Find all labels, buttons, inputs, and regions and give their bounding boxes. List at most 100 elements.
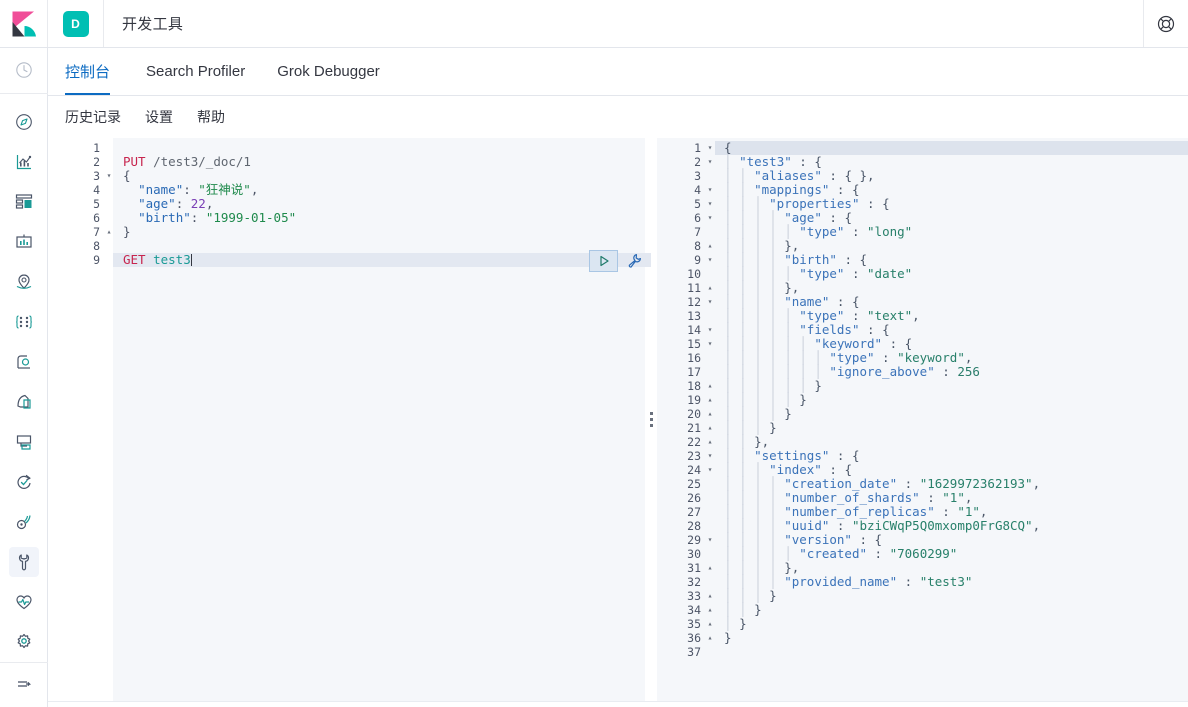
editor-line-code: "name": "狂神说", [138, 182, 259, 197]
indent-guide: │ │ │ [724, 462, 770, 477]
response-fold-toggle[interactable]: ▴ [705, 617, 715, 631]
response-line: 26 │ │ │ │ "number_of_shards" : "1", [657, 490, 1188, 506]
response-fold-toggle[interactable]: ▴ [705, 603, 715, 617]
sidebar-item-discover[interactable] [0, 102, 48, 142]
sidebar-item-management[interactable] [0, 622, 48, 662]
editor-line-code: "birth": "1999-01-05" [138, 210, 297, 225]
space-avatar: D [62, 10, 89, 37]
kibana-logo-button[interactable] [0, 0, 48, 47]
response-line-number: 7 [694, 225, 701, 239]
request-editor[interactable]: 1 2 PUT /test3/_doc/1 3 ▾ {4 "name": "狂神说", 5 … [56, 138, 651, 701]
send-request-play-button[interactable] [589, 250, 618, 272]
response-pane[interactable]: 1 ▾{2 ▾ │ "test3" : {3 │ │ "aliases" : { }, 4… [657, 138, 1188, 701]
response-fold-toggle[interactable]: ▾ [705, 253, 715, 267]
response-fold-toggle[interactable]: ▴ [705, 239, 715, 253]
response-fold-toggle[interactable]: ▾ [705, 211, 715, 225]
response-line-number: 28 [687, 519, 701, 533]
indent-guide: │ │ [724, 448, 755, 463]
response-fold-toggle[interactable]: ▴ [705, 561, 715, 575]
indent-guide: │ │ │ │ │ [724, 546, 800, 561]
indent-guide: │ │ │ │ │ │ │ [724, 364, 830, 379]
kibana-logo-icon [12, 11, 36, 36]
sidebar-item-metrics[interactable] [0, 462, 48, 502]
editor-line-code: } [123, 224, 131, 239]
indent-guide: │ │ │ │ [724, 490, 785, 505]
response-fold-toggle[interactable]: ▾ [705, 449, 715, 463]
sidebar-item-dashboard[interactable] [0, 182, 48, 222]
editor-line-number: 2 [93, 155, 100, 169]
response-line-code: │ │ } [724, 602, 762, 617]
sidebar-item-recently-viewed[interactable] [0, 48, 48, 94]
page-title: 开发工具 [122, 16, 184, 33]
response-line-code: │ │ │ │ "number_of_replicas" : "1", [724, 504, 988, 519]
response-line-number: 1 [694, 141, 701, 155]
tab-search-profiler-label: Search Profiler [146, 63, 246, 80]
sidebar-item-canvas[interactable] [0, 222, 48, 262]
response-line-number: 19 [687, 393, 701, 407]
sidebar-item-visualize[interactable] [0, 142, 48, 182]
tab-search-profiler[interactable]: Search Profiler [130, 48, 261, 95]
editor-fold-toggle[interactable]: ▴ [104, 225, 114, 239]
response-fold-toggle[interactable]: ▾ [705, 183, 715, 197]
response-fold-toggle[interactable]: ▾ [705, 337, 715, 351]
indent-guide: │ │ │ [724, 420, 770, 435]
response-line-code: │ │ │ │ }, [724, 560, 800, 575]
sidebar-item-apm[interactable] [0, 422, 48, 462]
stack-monitoring-heart-icon [15, 594, 32, 609]
response-line-number: 34 [687, 603, 701, 617]
editor-line: 6 "birth": "1999-01-05" [56, 210, 651, 226]
response-fold-toggle[interactable]: ▴ [705, 589, 715, 603]
submenu-help[interactable]: 帮助 [197, 107, 225, 127]
lifebuoy-help-icon[interactable] [1156, 14, 1176, 34]
sidebar-item-maps[interactable] [0, 262, 48, 302]
tab-console[interactable]: 控制台 [65, 48, 130, 95]
request-options-wrench-button[interactable] [624, 251, 644, 271]
sidebar-item-uptime[interactable] [0, 382, 48, 422]
indent-guide: │ │ │ │ [724, 560, 785, 575]
response-line-code: │ │ │ │ │ "type" : "long" [724, 224, 913, 239]
response-editor[interactable]: 1 ▾{2 ▾ │ "test3" : {3 │ │ "aliases" : { }, 4… [657, 138, 1188, 701]
response-fold-toggle[interactable]: ▾ [705, 155, 715, 169]
response-fold-toggle[interactable]: ▴ [705, 379, 715, 393]
response-fold-toggle[interactable]: ▴ [705, 435, 715, 449]
response-fold-toggle[interactable]: ▾ [705, 323, 715, 337]
tab-grok-debugger[interactable]: Grok Debugger [261, 48, 396, 95]
indent-guide: │ │ │ │ [724, 294, 785, 309]
sidebar-item-machine-learning[interactable] [0, 302, 48, 342]
collapse-navigation-button[interactable] [0, 661, 48, 707]
grip-dots-icon [649, 412, 653, 427]
response-fold-toggle[interactable]: ▴ [705, 281, 715, 295]
maps-location-icon [16, 273, 31, 289]
response-line-code: │ │ │ "properties" : { [724, 196, 890, 211]
response-fold-toggle[interactable]: ▾ [705, 295, 715, 309]
response-fold-toggle[interactable]: ▾ [705, 533, 715, 547]
sidebar-item-logs[interactable] [0, 502, 48, 542]
submenu-history[interactable]: 历史记录 [65, 107, 121, 127]
response-fold-toggle[interactable]: ▴ [705, 393, 715, 407]
response-line: 37 [657, 645, 1188, 659]
submenu-settings[interactable]: 设置 [145, 107, 173, 127]
response-fold-toggle[interactable]: ▴ [705, 631, 715, 645]
editor-line: 8 [56, 239, 651, 253]
sidebar-item-stack-monitoring[interactable] [0, 582, 48, 622]
editor-fold-toggle[interactable]: ▾ [104, 169, 114, 183]
response-line-code: │ │ "aliases" : { }, [724, 168, 875, 183]
response-fold-toggle[interactable]: ▴ [705, 421, 715, 435]
response-fold-toggle[interactable]: ▴ [705, 407, 715, 421]
response-fold-toggle[interactable]: ▾ [705, 141, 715, 155]
response-line: 24 ▾ │ │ │ "index" : { [657, 462, 1188, 478]
space-avatar-button[interactable]: D [48, 0, 104, 47]
response-line: 12 ▾ │ │ │ │ "name" : { [657, 294, 1188, 310]
response-fold-toggle[interactable]: ▾ [705, 463, 715, 477]
console-bottom-divider [48, 701, 1188, 702]
response-line-number: 29 [687, 533, 701, 547]
response-line-number: 11 [687, 281, 701, 295]
response-line-number: 31 [687, 561, 701, 575]
request-editor-pane[interactable]: 1 2 PUT /test3/_doc/1 3 ▾ {4 "name": "狂神说", 5 … [56, 138, 651, 701]
response-line-number: 36 [687, 631, 701, 645]
response-line-code: │ │ │ │ "birth" : { [724, 252, 868, 267]
response-fold-toggle[interactable]: ▾ [705, 197, 715, 211]
sidebar-item-graph[interactable] [0, 342, 48, 382]
sidebar-item-dev-tools[interactable] [0, 542, 48, 582]
response-line-code: │ │ │ │ "age" : { [724, 210, 852, 225]
